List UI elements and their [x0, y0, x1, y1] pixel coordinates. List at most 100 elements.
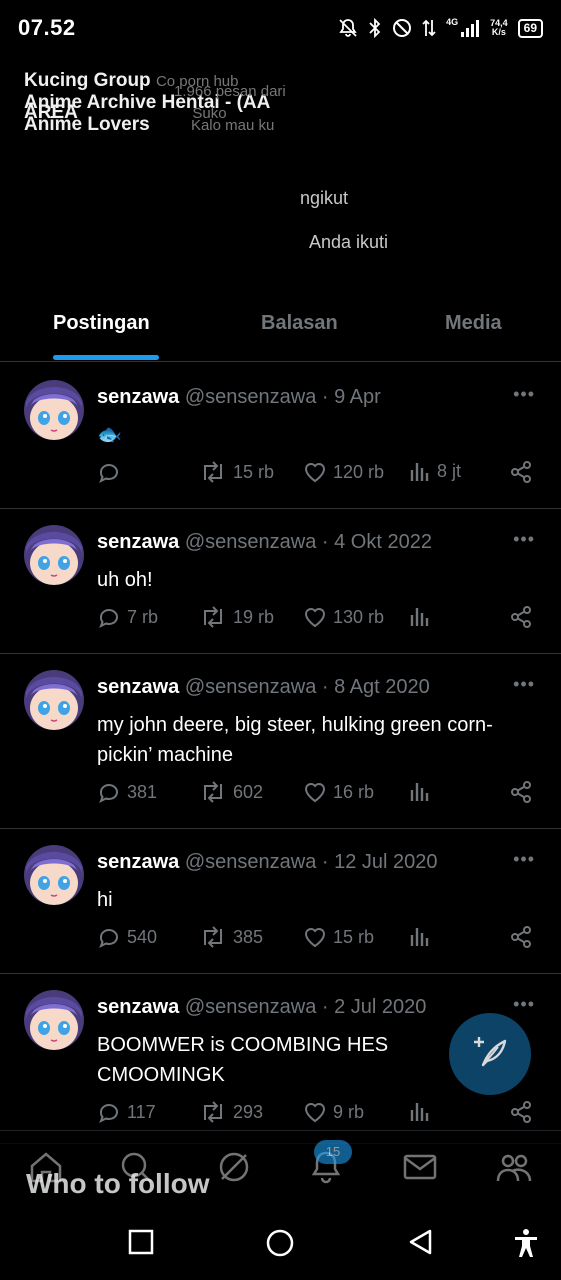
post-item[interactable]: senzawa @sensenzawa · 8 Agt 2020 ••• my …	[0, 654, 561, 829]
post-date[interactable]: 4 Okt 2022	[334, 531, 432, 553]
post-date[interactable]: 12 Jul 2020	[334, 851, 437, 873]
meta-separator: ·	[321, 531, 329, 553]
reply-button[interactable]: 7 rb	[97, 605, 158, 629]
author-name[interactable]: senzawa	[97, 531, 179, 553]
share-button[interactable]	[509, 460, 533, 484]
reply-count: 540	[127, 926, 158, 947]
more-options-icon[interactable]: •••	[513, 849, 535, 870]
post-text: my john deere, big steer, hulking green …	[97, 714, 493, 766]
post-date[interactable]: 2 Jul 2020	[334, 996, 426, 1018]
author-name[interactable]: senzawa	[97, 996, 179, 1018]
reply-button[interactable]	[97, 460, 127, 484]
reply-count: 381	[127, 781, 158, 802]
author-name[interactable]: senzawa	[97, 851, 179, 873]
tab-balasan[interactable]: Balasan	[261, 312, 338, 335]
post-date[interactable]: 8 Agt 2020	[334, 676, 430, 698]
author-name[interactable]: senzawa	[97, 386, 179, 408]
like-button[interactable]: 9 rb	[303, 1100, 364, 1124]
following-label[interactable]: ngikut	[300, 188, 348, 209]
like-button[interactable]: 130 rb	[303, 605, 384, 629]
like-button[interactable]: 16 rb	[303, 780, 374, 804]
notification-overlay[interactable]: Kucing Group Co porn hub Anime Archive H…	[14, 56, 306, 142]
notification-text: Kalo mau ku	[190, 117, 275, 134]
post-text: 🐟	[97, 424, 122, 446]
avatar[interactable]	[24, 670, 84, 730]
share-button[interactable]	[509, 925, 533, 949]
meta-separator: ·	[321, 851, 329, 873]
author-name[interactable]: senzawa	[97, 676, 179, 698]
meta-separator: ·	[321, 386, 329, 408]
notification-line-4: Anime Lovers Kalo mau ku	[24, 114, 274, 136]
views-button[interactable]	[409, 780, 437, 802]
more-options-icon[interactable]: •••	[513, 529, 535, 550]
do-not-disturb-icon	[392, 18, 412, 38]
active-tab-indicator	[53, 355, 159, 360]
back-button[interactable]	[406, 1228, 434, 1261]
accessibility-icon[interactable]	[512, 1228, 540, 1263]
tab-media[interactable]: Media	[445, 312, 502, 335]
share-icon	[509, 925, 533, 949]
repost-button[interactable]: 385	[199, 925, 263, 949]
notification-title: Kucing Group	[24, 70, 151, 91]
spaces-icon[interactable]	[216, 1149, 252, 1190]
post-item[interactable]: senzawa @sensenzawa · 12 Jul 2020 ••• hi…	[0, 829, 561, 974]
avatar[interactable]	[24, 990, 84, 1050]
heart-icon	[303, 1100, 327, 1124]
post-item[interactable]: senzawa @sensenzawa · 9 Apr ••• 🐟 15 rb	[0, 364, 561, 509]
avatar[interactable]	[24, 525, 84, 585]
views-button[interactable]	[409, 1100, 437, 1122]
meta-separator: ·	[321, 996, 329, 1018]
reply-button[interactable]: 381	[97, 780, 157, 804]
reply-button[interactable]: 117	[97, 1100, 156, 1124]
messages-icon[interactable]	[402, 1149, 438, 1190]
more-options-icon[interactable]: •••	[513, 384, 535, 405]
repost-button[interactable]: 293	[199, 1100, 263, 1124]
post-header: senzawa @sensenzawa · 2 Jul 2020	[97, 996, 426, 1019]
views-icon	[409, 605, 431, 627]
system-navigation-bar	[0, 1210, 561, 1280]
author-handle[interactable]: @sensenzawa	[185, 996, 316, 1018]
like-button[interactable]: 15 rb	[303, 925, 374, 949]
share-button[interactable]	[509, 605, 533, 629]
repost-button[interactable]: 19 rb	[199, 605, 274, 629]
repost-button[interactable]: 602	[199, 780, 263, 804]
views-button[interactable]	[409, 925, 437, 947]
like-count: 130 rb	[333, 606, 385, 627]
share-button[interactable]	[509, 780, 533, 804]
network-type: 4G	[446, 17, 459, 27]
author-handle[interactable]: @sensenzawa	[185, 386, 316, 408]
status-time: 07.52	[18, 15, 76, 40]
repost-icon	[199, 460, 227, 484]
reply-icon	[97, 460, 121, 484]
views-button[interactable]: 8 jt	[409, 460, 461, 482]
more-options-icon[interactable]: •••	[513, 674, 535, 695]
share-button[interactable]	[509, 1100, 533, 1124]
who-to-follow-heading[interactable]: Who to follow	[26, 1168, 210, 1200]
avatar[interactable]	[24, 845, 84, 905]
post-item[interactable]: senzawa @sensenzawa · 4 Okt 2022 ••• uh …	[0, 509, 561, 654]
reply-button[interactable]: 540	[97, 925, 157, 949]
heart-icon	[303, 925, 327, 949]
reply-count: 7 rb	[127, 606, 159, 627]
post-date[interactable]: 9 Apr	[334, 386, 381, 408]
repost-button[interactable]: 15 rb	[199, 460, 274, 484]
followed-by-label[interactable]: Anda ikuti	[309, 232, 388, 253]
recents-button[interactable]	[127, 1228, 155, 1261]
author-handle[interactable]: @sensenzawa	[185, 531, 316, 553]
more-options-icon[interactable]: •••	[513, 994, 535, 1015]
author-handle[interactable]: @sensenzawa	[185, 851, 316, 873]
share-icon	[509, 605, 533, 629]
post-actions: 381 602 16 rb	[97, 780, 537, 810]
network-speed: 74,4 K/s	[490, 19, 508, 37]
like-button[interactable]: 120 rb	[303, 460, 384, 484]
author-handle[interactable]: @sensenzawa	[185, 676, 316, 698]
views-button[interactable]	[409, 605, 437, 627]
avatar[interactable]	[24, 380, 84, 440]
compose-button[interactable]	[449, 1013, 531, 1095]
communities-icon[interactable]	[496, 1149, 532, 1190]
reply-count: 117	[127, 1101, 156, 1122]
tab-postingan[interactable]: Postingan	[53, 312, 150, 335]
home-button[interactable]	[265, 1228, 295, 1263]
notification-title: Anime Lovers	[24, 114, 150, 135]
status-icons: 4G 74,4 K/s 69	[338, 17, 543, 38]
